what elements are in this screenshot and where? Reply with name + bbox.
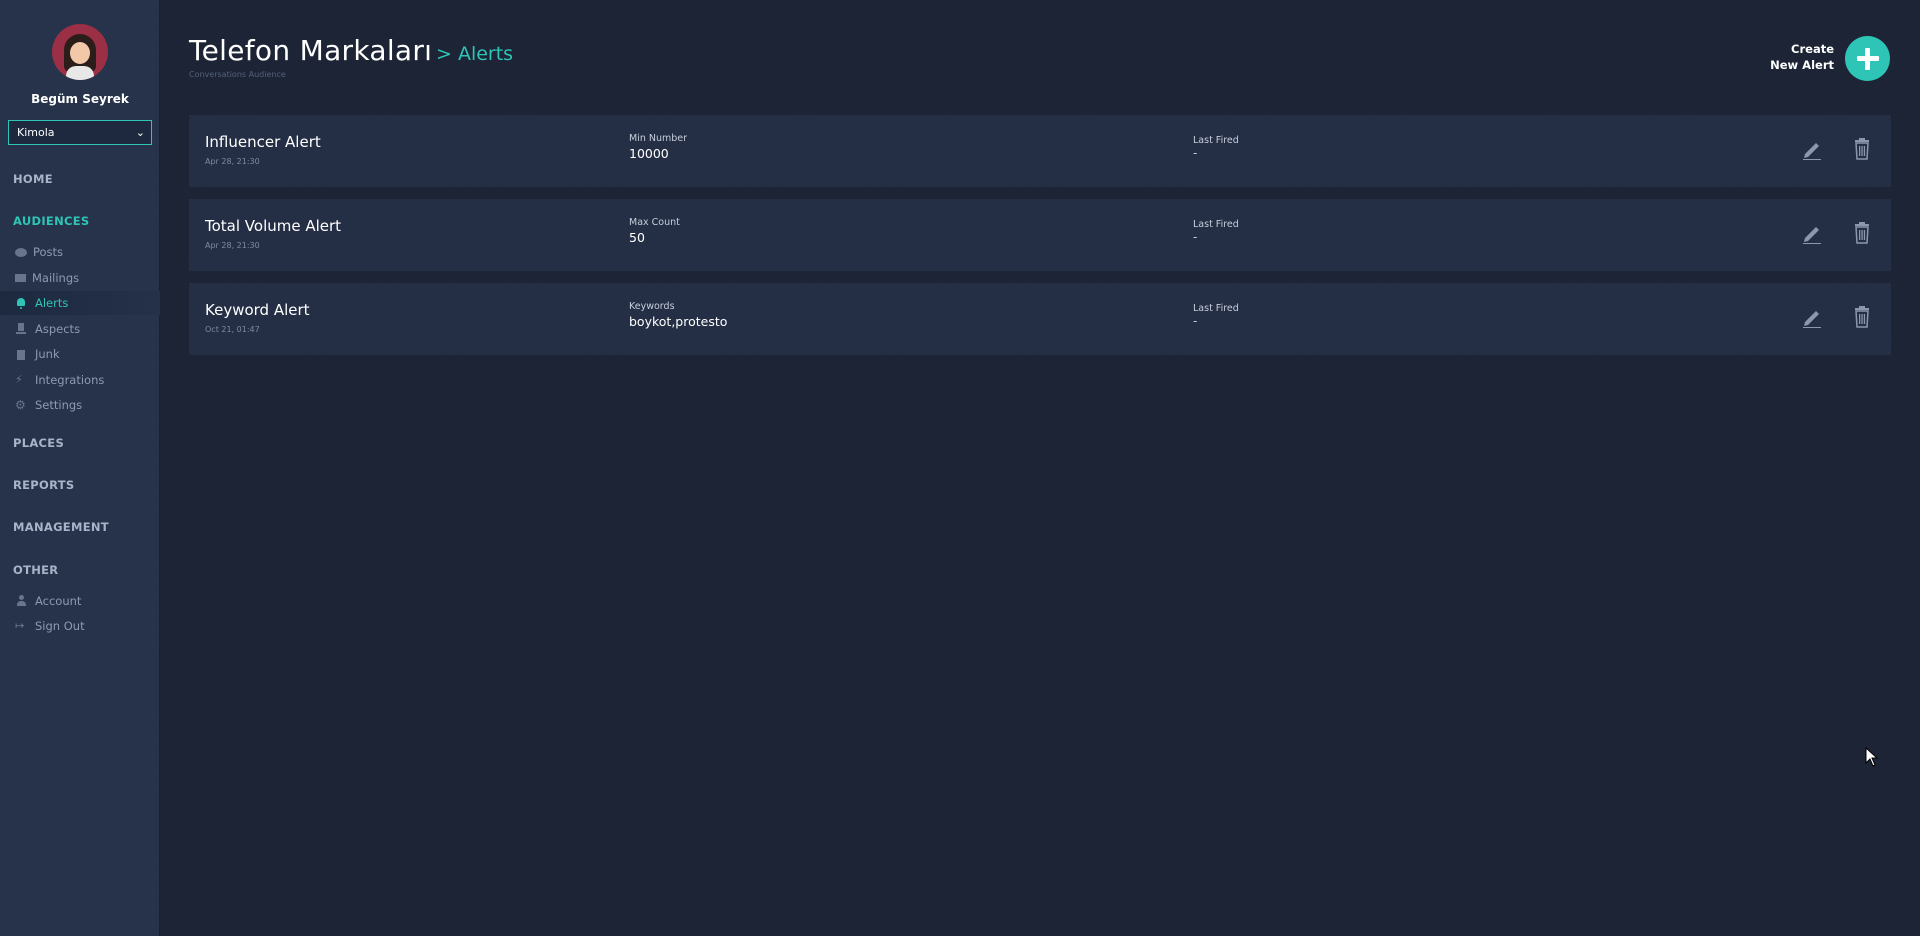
sidebar-item-sign-out[interactable]: ↦ Sign Out — [0, 614, 160, 638]
create-alert-button[interactable] — [1845, 36, 1890, 81]
sidebar-item-posts[interactable]: Posts — [0, 240, 160, 264]
delete-alert-button[interactable] — [1853, 221, 1871, 245]
alert-field-label: Max Count — [629, 217, 680, 228]
sidebar-item-aspects[interactable]: Aspects — [0, 317, 160, 341]
nav-audiences[interactable]: AUDIENCES — [13, 214, 89, 228]
alert-field-value: boykot,protesto — [629, 314, 728, 329]
page-caption: Conversations Audience — [189, 70, 286, 79]
sidebar-item-alerts[interactable]: Alerts — [0, 291, 160, 315]
create-label-line2: New Alert — [1770, 58, 1834, 72]
alert-field-value: 50 — [629, 230, 645, 245]
alert-name: Influencer Alert — [205, 133, 321, 151]
page-subtitle: > Alerts — [436, 43, 514, 65]
create-label-line1: Create — [1791, 42, 1834, 56]
last-fired-label: Last Fired — [1193, 219, 1239, 230]
user-icon — [15, 595, 29, 607]
plus-icon — [1856, 47, 1879, 70]
trash-icon — [1855, 306, 1869, 328]
sidebar-item-settings[interactable]: ⚙ Settings — [0, 393, 160, 417]
sidebar-item-integrations[interactable]: ⚡ Integrations — [0, 368, 160, 392]
alert-card: Influencer Alert Apr 28, 21:30 Min Numbe… — [189, 115, 1891, 187]
sign-out-icon: ↦ — [15, 619, 25, 632]
sidebar-item-label: Alerts — [35, 296, 69, 310]
gear-icon: ⚙ — [15, 398, 26, 412]
last-fired-label: Last Fired — [1193, 135, 1239, 146]
last-fired-value: - — [1193, 314, 1198, 328]
edit-alert-button[interactable] — [1801, 305, 1823, 329]
alert-field-label: Keywords — [629, 301, 675, 312]
sidebar-item-account[interactable]: Account — [0, 589, 160, 613]
alert-card: Total Volume Alert Apr 28, 21:30 Max Cou… — [189, 199, 1891, 271]
edit-alert-button[interactable] — [1801, 137, 1823, 161]
lightning-icon: ⚡ — [15, 373, 23, 386]
alert-field-value: 10000 — [629, 146, 669, 161]
aspects-icon — [15, 323, 29, 335]
trash-icon — [1855, 222, 1869, 244]
last-fired-value: - — [1193, 146, 1198, 160]
mail-icon — [15, 274, 26, 282]
alert-date: Apr 28, 21:30 — [205, 241, 260, 250]
sidebar-item-label: Posts — [33, 245, 64, 259]
sidebar-item-junk[interactable]: Junk — [0, 342, 160, 366]
user-avatar[interactable] — [52, 24, 108, 80]
sidebar-item-label: Aspects — [35, 322, 81, 336]
alert-date: Oct 21, 01:47 — [205, 325, 260, 334]
nav-home[interactable]: HOME — [13, 172, 53, 186]
sidebar-item-mailings[interactable]: Mailings — [0, 266, 160, 290]
trash-icon — [15, 348, 29, 360]
nav-places[interactable]: PLACES — [13, 436, 64, 450]
delete-alert-button[interactable] — [1853, 305, 1871, 329]
page-title: Telefon Markaları — [189, 34, 433, 67]
sidebar-item-label: Integrations — [35, 373, 105, 387]
create-alert-label[interactable]: Create New Alert — [1770, 41, 1834, 73]
sidebar-item-label: Sign Out — [35, 619, 85, 633]
nav-management[interactable]: MANAGEMENT — [13, 520, 109, 534]
edit-alert-button[interactable] — [1801, 221, 1823, 245]
alert-name: Keyword Alert — [205, 301, 310, 319]
trash-icon — [1855, 138, 1869, 160]
sidebar: Begüm Seyrek Kimola ⌄ HOME AUDIENCES Pos… — [0, 0, 160, 936]
last-fired-value: - — [1193, 230, 1198, 244]
posts-icon — [15, 247, 27, 257]
alert-field-label: Min Number — [629, 133, 688, 144]
alert-name: Total Volume Alert — [205, 217, 342, 235]
sidebar-item-label: Settings — [35, 398, 83, 412]
last-fired-label: Last Fired — [1193, 303, 1239, 314]
bell-icon — [15, 297, 29, 309]
nav-other[interactable]: OTHER — [13, 563, 58, 577]
pencil-icon — [1803, 227, 1821, 244]
account-select[interactable]: Kimola ⌄ — [8, 120, 152, 145]
alert-card: Keyword Alert Oct 21, 01:47 Keywords boy… — [189, 283, 1891, 355]
nav-reports[interactable]: REPORTS — [13, 478, 74, 492]
user-name: Begüm Seyrek — [31, 92, 129, 106]
sidebar-item-label: Mailings — [32, 271, 80, 285]
sidebar-item-label: Account — [35, 594, 82, 608]
delete-alert-button[interactable] — [1853, 137, 1871, 161]
sidebar-item-label: Junk — [35, 347, 60, 361]
pencil-icon — [1803, 311, 1821, 328]
alert-date: Apr 28, 21:30 — [205, 157, 260, 166]
pencil-icon — [1803, 143, 1821, 160]
account-select-value: Kimola — [17, 126, 55, 139]
mouse-cursor-icon — [1865, 747, 1879, 767]
chevron-down-icon: ⌄ — [135, 126, 145, 139]
